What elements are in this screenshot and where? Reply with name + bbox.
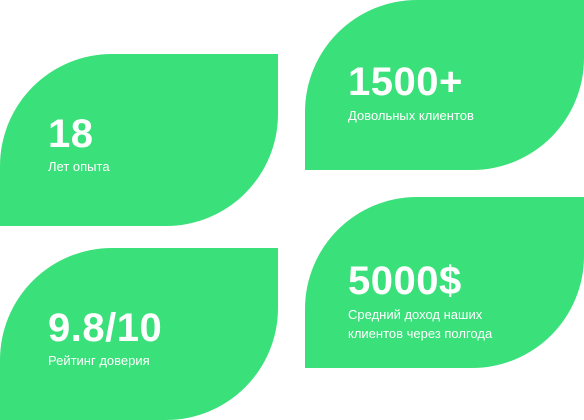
experience-label: Лет опыта <box>48 159 110 174</box>
clients-value: 1500+ <box>348 60 463 104</box>
income-label: Средний доход наших клиентов через полго… <box>348 305 492 343</box>
rating-label: Рейтинг доверия <box>48 353 150 368</box>
stat-card-income: 5000$ Средний доход наших клиентов через… <box>305 197 584 368</box>
rating-value: 9.8/10 <box>48 306 163 350</box>
income-label-line-2: клиентов через полгода <box>348 326 493 341</box>
stat-card-clients: 1500+ Довольных клиентов <box>305 0 584 170</box>
stat-card-rating: 9.8/10 Рейтинг доверия <box>0 248 278 420</box>
experience-value: 18 <box>48 112 94 156</box>
clients-label: Довольных клиентов <box>348 108 474 123</box>
stat-card-experience: 18 Лет опыта <box>0 54 278 226</box>
income-value: 5000$ <box>348 259 462 303</box>
income-label-line-1: Средний доход наших <box>348 307 483 322</box>
